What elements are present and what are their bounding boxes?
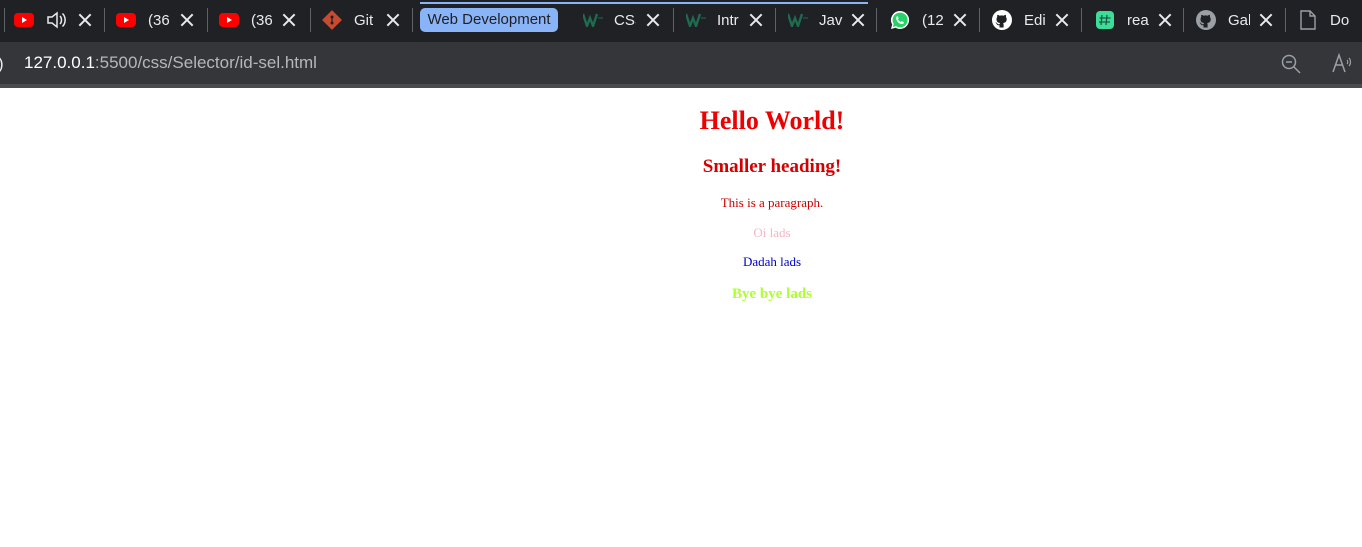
hashtag-icon [1095,10,1115,30]
tab-separator [310,8,311,32]
tab-github-edit[interactable]: Edi [992,0,1082,40]
site-info-icon[interactable]: ) [0,54,4,74]
close-icon[interactable] [180,13,194,27]
read-aloud-icon[interactable] [1330,52,1354,76]
w3schools-icon [788,10,808,30]
close-icon[interactable] [1259,13,1273,27]
tab-separator [673,8,674,32]
tab-group-chip[interactable]: Web Development [420,8,558,32]
tab-separator [1081,8,1082,32]
tab-separator [1285,8,1286,32]
tab-youtube-2[interactable]: (36 [219,0,309,40]
close-icon[interactable] [749,13,763,27]
tab-title: Edi [1024,11,1046,29]
tab-youtube-audio[interactable] [14,0,102,40]
tab-title: rea [1127,11,1149,29]
w3schools-icon [686,10,706,30]
tab-separator [1183,8,1184,32]
close-icon[interactable] [953,13,967,27]
tab-separator [876,8,877,32]
close-icon[interactable] [78,13,92,27]
oi-lads-text: Oi lads [753,225,791,240]
tab-whatsapp[interactable]: (12 [890,0,980,40]
tab-separator [412,8,413,32]
tab-separator [207,8,208,32]
youtube-icon [116,10,136,30]
tab-title: Java [819,11,843,29]
tab-github-gal[interactable]: Gal [1196,0,1286,40]
w3schools-icon [583,10,603,30]
git-icon [322,10,342,30]
zoom-out-icon[interactable] [1280,53,1302,75]
tab-separator [979,8,980,32]
paragraph-text: This is a paragraph. [720,195,824,210]
tab-hashtag[interactable]: rea [1095,0,1185,40]
speaker-icon[interactable] [46,10,68,30]
tab-title: Git [354,11,374,29]
document-icon [1298,10,1318,30]
tab-w3-javascript[interactable]: Java [788,0,870,40]
address-toolbar: ) 127.0.0.1:5500/css/Selector/id-sel.htm… [0,42,1362,88]
close-icon[interactable] [646,13,660,27]
tab-title: CSS [614,11,636,29]
tab-title: Gal [1228,11,1250,29]
bye-bye-lads-text: Bye bye lads [731,286,812,302]
tab-w3-intro[interactable]: Intr [686,0,776,40]
tab-strip: (36 (36 Git Web Development CSS Intr [0,0,1362,42]
address-bar[interactable]: 127.0.0.1:5500/css/Selector/id-sel.html [24,53,317,73]
dadah-lads-text: Dadah lads [742,254,802,269]
whatsapp-icon [890,10,910,30]
youtube-icon [14,10,34,30]
close-icon[interactable] [1055,13,1069,27]
tab-git[interactable]: Git [322,0,412,40]
close-icon[interactable] [851,13,865,27]
close-icon[interactable] [282,13,296,27]
github-icon [992,10,1012,30]
tab-youtube-1[interactable]: (36 [116,0,206,40]
page-subheading: Smaller heading! [702,156,842,177]
page-content: Hello World! Smaller heading! This is a … [0,88,1362,547]
tab-title: (36 [148,11,170,29]
url-host: 127.0.0.1 [24,53,95,72]
tab-title: Intr [717,11,739,29]
youtube-icon [219,10,239,30]
tab-title: (12 [922,11,944,29]
close-icon[interactable] [1158,13,1172,27]
tab-w3-css[interactable]: CSS [583,0,673,40]
url-path: :5500/css/Selector/id-sel.html [94,53,317,72]
github-icon [1196,10,1216,30]
tab-separator [775,8,776,32]
tab-separator [4,8,5,32]
tab-title: (36 [251,11,273,29]
tab-separator [104,8,105,32]
tab-document[interactable]: Do [1298,0,1362,40]
page-heading: Hello World! [699,106,845,135]
tab-title: Do [1330,11,1350,29]
close-icon[interactable] [386,13,400,27]
